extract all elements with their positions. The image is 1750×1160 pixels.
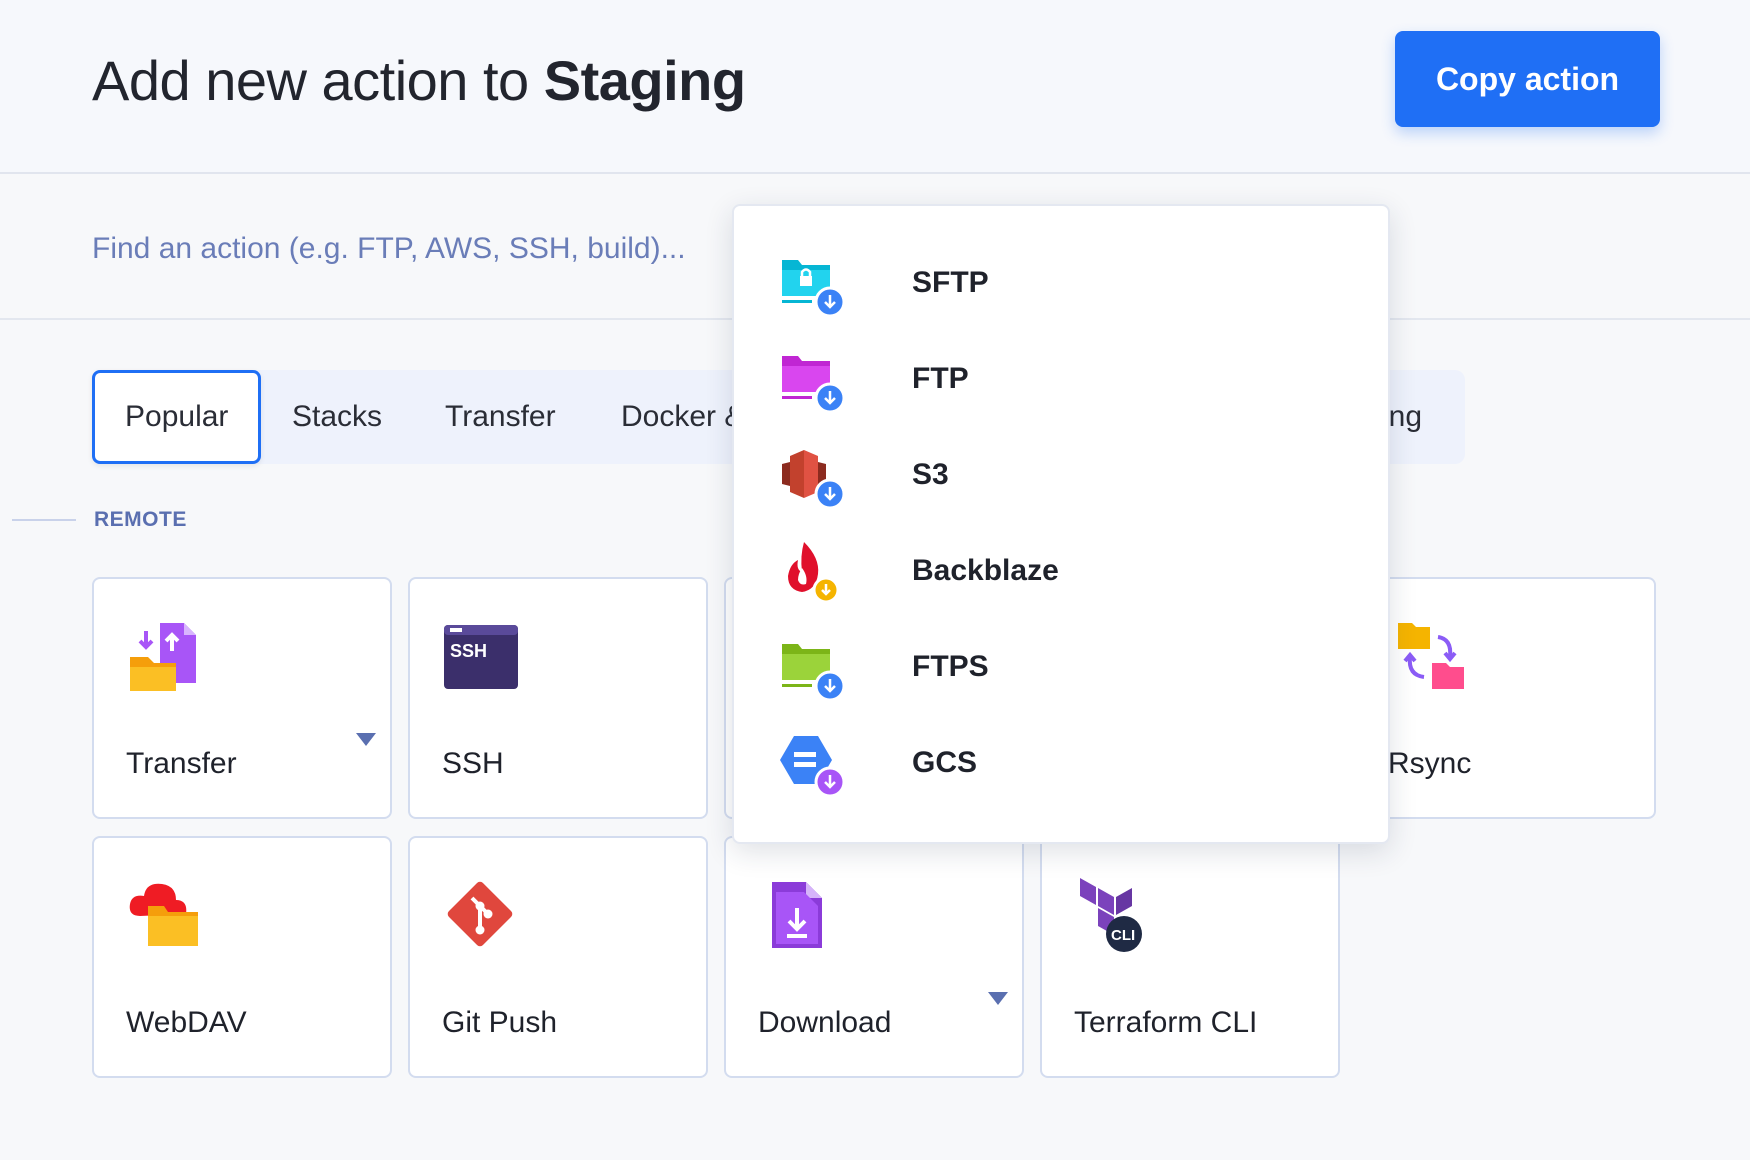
dropdown-item-label: FTPS	[912, 650, 989, 683]
dropdown-item-label: Backblaze	[912, 554, 1059, 587]
terraform-cli-icon: CLI	[1074, 876, 1150, 952]
dropdown-item-gcs[interactable]: GCS	[780, 724, 1340, 804]
card-label: Download	[758, 1006, 892, 1039]
ftp-icon	[780, 348, 846, 414]
chevron-down-icon[interactable]	[988, 992, 1008, 1005]
page-title: Add new action to Staging	[92, 48, 746, 113]
card-label: Terraform CLI	[1074, 1006, 1258, 1039]
dropdown-item-ftp[interactable]: FTP	[780, 340, 1340, 420]
tab-stacks[interactable]: Stacks	[292, 370, 382, 464]
card-label: SSH	[442, 747, 504, 780]
page-header: Add new action to Staging Copy action	[0, 0, 1750, 174]
action-card-terraform-cli[interactable]: CLI Terraform CLI	[1040, 836, 1340, 1078]
section-header: REMOTE	[12, 508, 187, 532]
dropdown-item-sftp[interactable]: SFTP	[780, 244, 1340, 324]
search-input[interactable]	[92, 224, 732, 274]
tab-popular[interactable]: Popular	[92, 370, 262, 464]
s3-icon	[780, 444, 846, 510]
action-card-transfer[interactable]: Transfer	[92, 577, 392, 819]
card-label: WebDAV	[126, 1006, 247, 1039]
webdav-icon	[126, 876, 202, 952]
card-label: Rsync	[1388, 747, 1472, 780]
card-label: Transfer	[126, 747, 237, 780]
dropdown-item-ftps[interactable]: FTPS	[780, 628, 1340, 708]
dropdown-item-label: GCS	[912, 746, 978, 779]
tab-docker[interactable]: Docker &	[621, 370, 744, 464]
dropdown-item-label: SFTP	[912, 266, 989, 299]
title-prefix: Add new action to	[92, 49, 529, 112]
copy-action-button[interactable]: Copy action	[1395, 31, 1660, 127]
dropdown-item-label: S3	[912, 458, 949, 491]
dropdown-item-label: FTP	[912, 362, 969, 395]
dropdown-item-backblaze[interactable]: Backblaze	[780, 532, 1340, 612]
action-card-webdav[interactable]: WebDAV	[92, 836, 392, 1078]
section-divider	[12, 519, 76, 521]
svg-text:CLI: CLI	[1111, 927, 1135, 944]
action-card-download[interactable]: Download	[724, 836, 1024, 1078]
git-icon	[442, 876, 518, 952]
transfer-icon	[126, 617, 202, 693]
card-label: Git Push	[442, 1006, 558, 1039]
action-card-git-push[interactable]: Git Push	[408, 836, 708, 1078]
ssh-terminal-icon: SSH	[442, 617, 518, 693]
action-card-rsync[interactable]: Rsync	[1356, 577, 1656, 819]
chevron-down-icon[interactable]	[356, 733, 376, 746]
dropdown-item-s3[interactable]: S3	[780, 436, 1340, 516]
gcs-icon	[780, 732, 846, 798]
sftp-icon	[780, 252, 846, 318]
svg-text:SSH: SSH	[450, 641, 487, 661]
pipeline-name: Staging	[543, 49, 746, 112]
transfer-dropdown-menu: SFTP FTP S3 Backblaze FTPS GCS	[732, 204, 1390, 844]
backblaze-icon	[780, 540, 846, 606]
tab-transfer[interactable]: Transfer	[445, 370, 556, 464]
ftps-icon	[780, 636, 846, 702]
action-card-ssh[interactable]: SSH SSH	[408, 577, 708, 819]
section-label: REMOTE	[94, 508, 187, 531]
download-file-icon	[766, 876, 842, 952]
rsync-icon	[1394, 617, 1470, 693]
